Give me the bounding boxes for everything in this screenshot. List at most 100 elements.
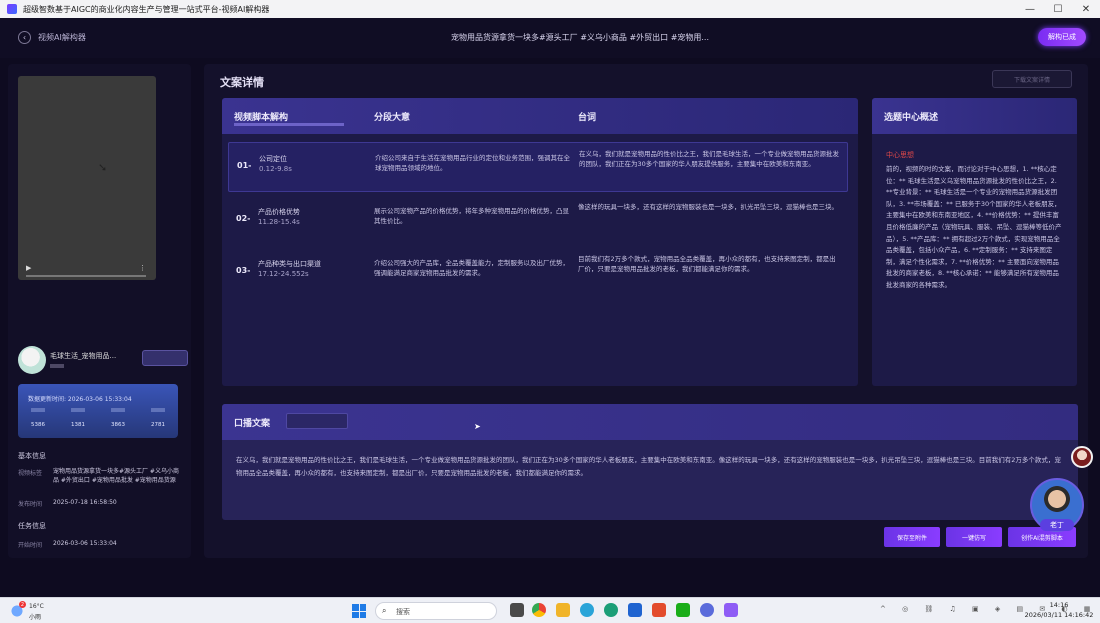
presenter-tag[interactable]: 老丁 xyxy=(1040,519,1074,531)
tags-label: 视频标签 xyxy=(18,470,43,477)
overview-title: 选题中心概述 xyxy=(884,113,939,123)
overview-subtitle: 中心思想 xyxy=(886,151,914,159)
row-time: 17.12-24.552s xyxy=(258,270,309,278)
video-info-panel: ➘ ▶ ⋮ 毛球生活_宠物用品... 数据更新时间: 2026-03-06 15… xyxy=(8,64,191,558)
parse-status-button[interactable]: 解构已成 xyxy=(1038,28,1086,46)
start-value: 2026-03-06 15:33:04 xyxy=(53,540,117,547)
chrome-icon[interactable] xyxy=(532,603,546,617)
weather-desc: 小雨 xyxy=(29,614,42,621)
title-underline xyxy=(234,123,344,126)
row-lines: 目前我们有2万多个款式，宠物用品全品类覆盖，再小众的都有，也支持来图定制，都是出… xyxy=(578,255,836,273)
file-explorer-icon[interactable] xyxy=(556,603,570,617)
author-meta-placeholder xyxy=(50,364,64,368)
script-table-title: 视频脚本解构 xyxy=(234,113,289,123)
topic-overview: 选题中心概述 中心思想 前的，视频的时的文案，而讨论对于中心思想，1. **核心… xyxy=(872,98,1077,386)
task-info-title: 任务信息 xyxy=(18,522,46,530)
edge-icon[interactable] xyxy=(604,603,618,617)
main-title: 文案详情 xyxy=(220,76,264,89)
row-lines: 像这样的玩具一块多，还有这样的宠物服装也是一块多，扒光吊坠三块，逗猫棒也是三块。 xyxy=(578,203,838,211)
window-title: 超级智数基于AIGC的商业化内容生产与管理一站式平台-视频AI解构器 xyxy=(23,4,270,14)
play-icon[interactable]: ▶ xyxy=(26,264,31,272)
row-summary: 介绍公司强大的产品库，全品类覆盖能力，定制服务以及出厂优势，强调能满足商家宠物用… xyxy=(374,259,569,277)
task-view-icon[interactable] xyxy=(510,603,524,617)
chevron-left-icon[interactable]: ‹ xyxy=(18,31,31,44)
browser-icon[interactable] xyxy=(580,603,594,617)
script-table-header: 视频脚本解构 分段大意 台词 xyxy=(222,98,858,134)
save-attachment-button[interactable]: 保存至附件 xyxy=(884,527,940,547)
page-name: 视频AI解构器 xyxy=(38,33,86,42)
app-icon-blue[interactable] xyxy=(628,603,642,617)
row-time: 0.12-9.8s xyxy=(259,165,292,173)
weather-widget[interactable]: 2 16°C 小雨 xyxy=(8,601,48,621)
copy-detail-panel: 文案详情 下载文案详情 视频脚本解构 分段大意 台词 01- 公司定位 0.12… xyxy=(204,64,1088,558)
app-logo-icon xyxy=(7,4,17,14)
ai-app-icon[interactable] xyxy=(724,603,738,617)
author-name[interactable]: 毛球生活_宠物用品... xyxy=(50,351,130,361)
taskbar-clock[interactable]: 14:16 2026/03/11 14:16:42 xyxy=(1024,600,1094,620)
app-icon-purple[interactable] xyxy=(700,603,714,617)
weather-badge: 2 xyxy=(19,601,26,608)
stats-box: 数据更新时间: 2026-03-06 15:33:04 5386 1381 38… xyxy=(18,384,178,438)
publish-value: 2025-07-18 16:58:50 xyxy=(53,499,117,506)
stats-labels xyxy=(18,408,178,412)
rewrite-button[interactable]: 一键仿写 xyxy=(946,527,1002,547)
mouse-pointer-icon: ➤ xyxy=(474,422,481,431)
table-row[interactable]: 03- 产品种类与出口渠道 17.12-24.552s 介绍公司强大的产品库，全… xyxy=(228,248,848,298)
author-row: 毛球生活_宠物用品... xyxy=(18,346,188,378)
copy-button[interactable] xyxy=(286,413,348,429)
app-root: 超级智数基于AIGC的商业化内容生产与管理一站式平台-视频AI解构器 — ☐ ✕… xyxy=(0,0,1100,623)
stat-label xyxy=(151,408,165,412)
mouse-cursor-icon: ➘ xyxy=(98,161,108,174)
wps-icon[interactable] xyxy=(652,603,666,617)
tags-value: 宠物用品货源拿货一块多#源头工厂 #义乌小商品 #外贸出口 #宠物用品批发 #宠… xyxy=(53,468,179,484)
basic-info-title: 基本信息 xyxy=(18,452,46,460)
search-placeholder: 搜索 xyxy=(396,608,410,616)
script-table: 视频脚本解构 分段大意 台词 01- 公司定位 0.12-9.8s 介绍公司来自… xyxy=(222,98,858,386)
stats-values: 5386 1381 3863 2781 xyxy=(18,422,178,428)
video-progress-bar[interactable] xyxy=(26,275,146,277)
stat-value: 5386 xyxy=(31,422,45,428)
row-lines: 在义乌，我们就是宠物用品的性价比之王，我们是毛球生活，一个专业做宠物用品货源批发… xyxy=(579,150,839,168)
maximize-button[interactable]: ☐ xyxy=(1044,0,1072,18)
export-button[interactable]: 下载文案详情 xyxy=(992,70,1072,88)
stats-update-time: 数据更新时间: 2026-03-06 15:33:04 xyxy=(28,396,132,403)
close-button[interactable]: ✕ xyxy=(1072,0,1100,18)
row-number: 03- xyxy=(236,266,251,275)
stat-label xyxy=(31,408,45,412)
window-controls: — ☐ ✕ xyxy=(1016,0,1100,18)
col-summary: 分段大意 xyxy=(374,113,411,123)
table-row[interactable]: 01- 公司定位 0.12-9.8s 介绍公司来自于生活在宠物用品行业的定位和业… xyxy=(228,142,848,192)
video-player[interactable]: ➘ ▶ ⋮ xyxy=(18,76,156,280)
wechat-icon[interactable] xyxy=(676,603,690,617)
start-label: 开始时间 xyxy=(18,542,43,549)
stat-value: 3863 xyxy=(111,422,125,428)
more-menu-icon[interactable]: ⋮ xyxy=(139,264,146,272)
video-title: 宠物用品货源拿货一块多#源头工厂 #义乌小商品 #外贸出口 #宠物用... xyxy=(450,33,710,42)
taskbar-search[interactable]: ⌕ 搜索 xyxy=(375,602,497,620)
overview-text: 前的，视频的时的文案，而讨论对于中心思想，1. **核心定位：** 毛球生活是义… xyxy=(886,165,1062,289)
oral-copy-text[interactable]: 在义乌，我们就是宠物用品的性价比之王，我们是毛球生活，一个专业做宠物用品货源批发… xyxy=(236,454,1062,480)
floating-assistant-avatar[interactable] xyxy=(1071,446,1093,468)
windows-start-icon[interactable] xyxy=(352,604,366,618)
stat-label xyxy=(111,408,125,412)
row-name: 产品价格优势 xyxy=(258,208,300,216)
row-name: 公司定位 xyxy=(259,155,287,163)
stat-label xyxy=(71,408,85,412)
oral-copy-header: 口播文案 ➤ xyxy=(222,404,1078,440)
search-icon: ⌕ xyxy=(382,606,387,615)
row-summary: 展示公司宠物产品的价格优势，将年多种宠物用品的价格优势，凸显其性价比。 xyxy=(374,207,569,225)
author-avatar[interactable] xyxy=(18,346,46,374)
author-action-button[interactable] xyxy=(142,350,188,366)
weather-temp: 16°C xyxy=(29,603,44,610)
row-number: 01- xyxy=(237,161,252,170)
row-time: 11.28-15.4s xyxy=(258,218,300,226)
app-header: ‹ 视频AI解构器 宠物用品货源拿货一块多#源头工厂 #义乌小商品 #外贸出口 … xyxy=(0,18,1100,58)
clock-date: 2026/03/11 14:16:42 xyxy=(1024,611,1094,619)
stat-value: 2781 xyxy=(151,422,165,428)
col-lines: 台词 xyxy=(578,113,597,123)
oral-copy-title: 口播文案 xyxy=(234,419,271,429)
table-row[interactable]: 02- 产品价格优势 11.28-15.4s 展示公司宠物产品的价格优势，将年多… xyxy=(228,196,848,246)
minimize-button[interactable]: — xyxy=(1016,0,1044,18)
publish-label: 发布时间 xyxy=(18,501,43,508)
oral-copy-panel: 口播文案 ➤ 在义乌，我们就是宠物用品的性价比之王，我们是毛球生活，一个专业做宠… xyxy=(222,404,1078,520)
